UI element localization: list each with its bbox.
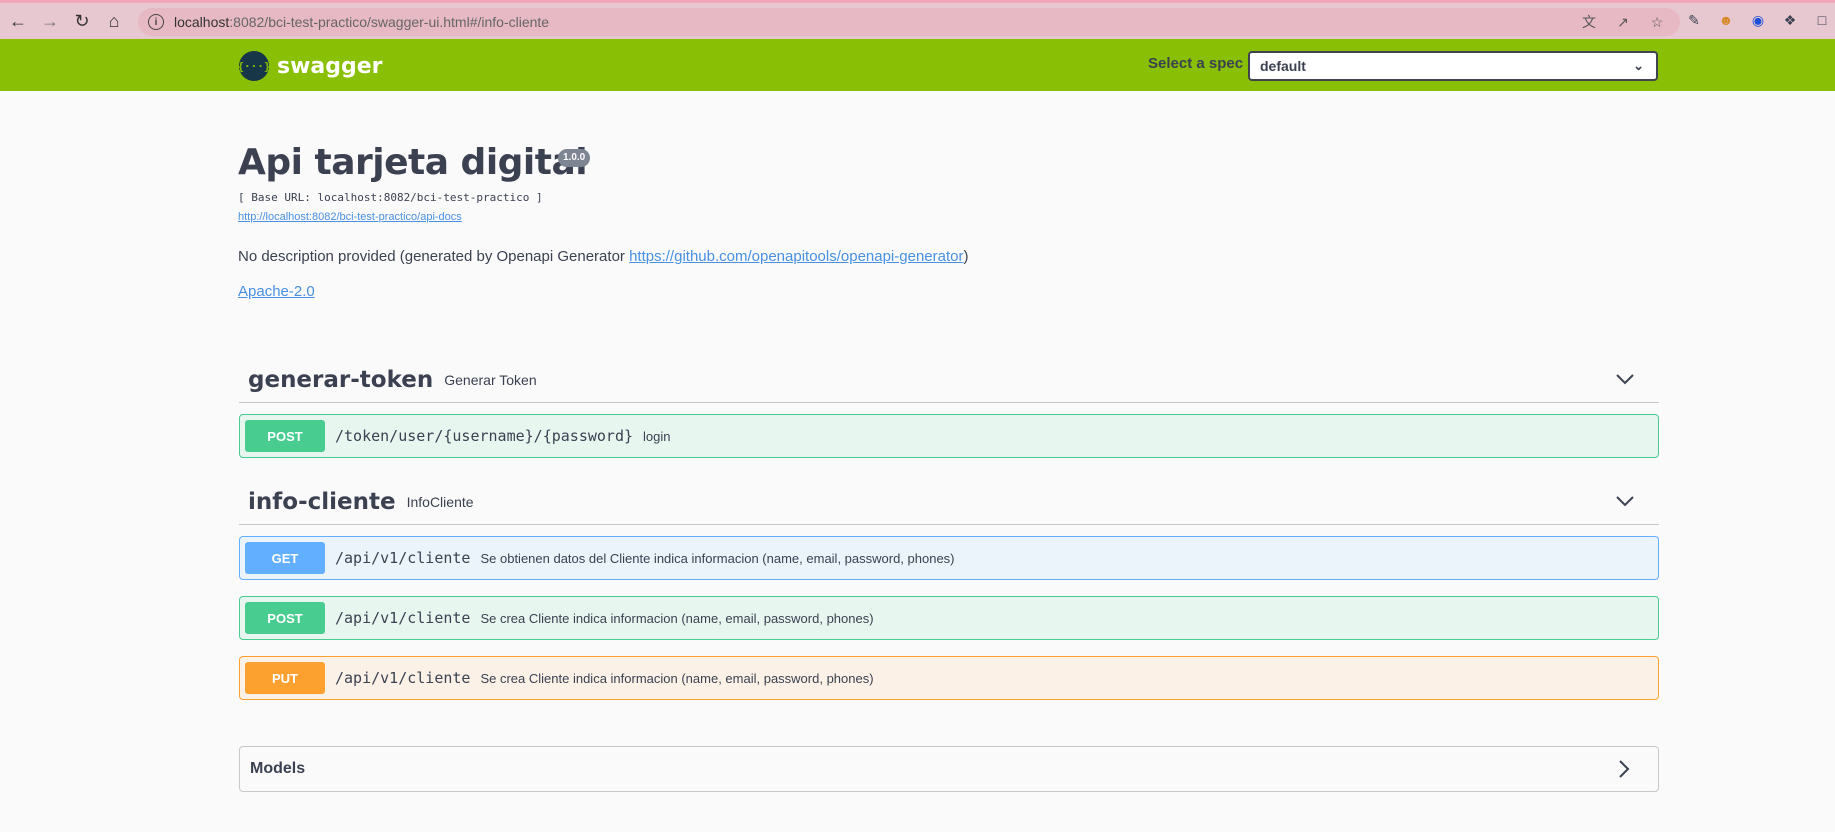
- version-badge: 1.0.0: [558, 149, 591, 167]
- method-badge: POST: [245, 602, 325, 634]
- back-icon[interactable]: ←: [2, 5, 34, 37]
- method-badge: GET: [245, 542, 325, 574]
- chevron-down-icon[interactable]: [1615, 369, 1635, 389]
- swagger-logo[interactable]: {···} swagger: [237, 51, 383, 81]
- operation-path: /api/v1/cliente: [335, 609, 471, 627]
- chevron-down-icon: ⌄: [1633, 58, 1644, 73]
- tag-generar-token[interactable]: generar-token Generar Token: [239, 357, 1659, 403]
- info-icon[interactable]: i: [148, 14, 164, 30]
- operation-post-cliente[interactable]: POST /api/v1/cliente Se crea Cliente ind…: [239, 596, 1659, 640]
- spec-select[interactable]: default ⌄: [1248, 51, 1658, 81]
- extension-blue-icon[interactable]: ◉: [1749, 11, 1767, 29]
- spec-select-value: default: [1260, 58, 1306, 74]
- tag-info-cliente[interactable]: info-cliente InfoCliente: [239, 479, 1659, 525]
- spec-label: Select a spec: [1148, 55, 1244, 72]
- reload-icon[interactable]: ↻: [66, 5, 98, 37]
- browser-toolbar: ← → ↻ ⌂ i localhost:8082/bci-test-practi…: [0, 0, 1835, 39]
- operation-path: /api/v1/cliente: [335, 669, 471, 687]
- models-label: Models: [250, 760, 306, 777]
- sidebar-icon[interactable]: □: [1813, 11, 1831, 29]
- operation-summary: Se crea Cliente indica informacion (name…: [480, 610, 874, 626]
- extension-avatar-icon[interactable]: ☻: [1717, 11, 1735, 29]
- operation-summary: login: [643, 428, 671, 444]
- operation-path: /api/v1/cliente: [335, 549, 471, 567]
- license-link[interactable]: Apache-2.0: [238, 283, 315, 300]
- tag-name: generar-token: [248, 366, 434, 393]
- swagger-topbar: {···} swagger Select a spec default ⌄: [0, 39, 1835, 91]
- api-docs-link[interactable]: http://localhost:8082/bci-test-practico/…: [238, 211, 462, 223]
- models-section[interactable]: Models: [239, 746, 1659, 792]
- operation-summary: Se obtienen datos del Cliente indica inf…: [480, 550, 955, 566]
- swagger-logo-icon: {···}: [237, 51, 271, 81]
- chevron-down-icon[interactable]: [1615, 491, 1635, 511]
- eyedropper-icon[interactable]: ✎: [1685, 11, 1703, 29]
- translate-icon[interactable]: 文: [1580, 13, 1598, 31]
- url-text[interactable]: localhost:8082/bci-test-practico/swagger…: [174, 14, 549, 30]
- chevron-right-icon[interactable]: [1614, 759, 1634, 779]
- api-description: No description provided (generated by Op…: [238, 248, 968, 265]
- operation-summary: Se crea Cliente indica informacion (name…: [480, 670, 874, 686]
- forward-icon[interactable]: →: [34, 5, 66, 37]
- operation-put-cliente[interactable]: PUT /api/v1/cliente Se crea Cliente indi…: [239, 656, 1659, 700]
- operation-get-cliente[interactable]: GET /api/v1/cliente Se obtienen datos de…: [239, 536, 1659, 580]
- puzzle-icon[interactable]: ❖: [1781, 11, 1799, 29]
- method-badge: POST: [245, 420, 325, 452]
- swagger-logo-text: swagger: [277, 53, 383, 79]
- base-url: [ Base URL: localhost:8082/bci-test-prac…: [238, 191, 543, 204]
- share-icon[interactable]: ↗: [1614, 13, 1632, 31]
- home-icon[interactable]: ⌂: [98, 5, 130, 37]
- tag-description: InfoCliente: [406, 493, 474, 510]
- description-text: No description provided (generated by Op…: [238, 248, 630, 265]
- operation-path: /token/user/{username}/{password}: [335, 427, 634, 445]
- page-title: Api tarjeta digital: [238, 142, 588, 183]
- star-icon[interactable]: ☆: [1648, 13, 1666, 31]
- openapi-generator-link[interactable]: https://github.com/openapitools/openapi-…: [629, 248, 963, 265]
- description-end: ): [963, 248, 969, 265]
- tag-description: Generar Token: [444, 371, 537, 388]
- method-badge: PUT: [245, 662, 325, 694]
- tag-name: info-cliente: [248, 488, 396, 515]
- operation-post-token[interactable]: POST /token/user/{username}/{password} l…: [239, 414, 1659, 458]
- address-bar[interactable]: i localhost:8082/bci-test-practico/swagg…: [138, 8, 1680, 36]
